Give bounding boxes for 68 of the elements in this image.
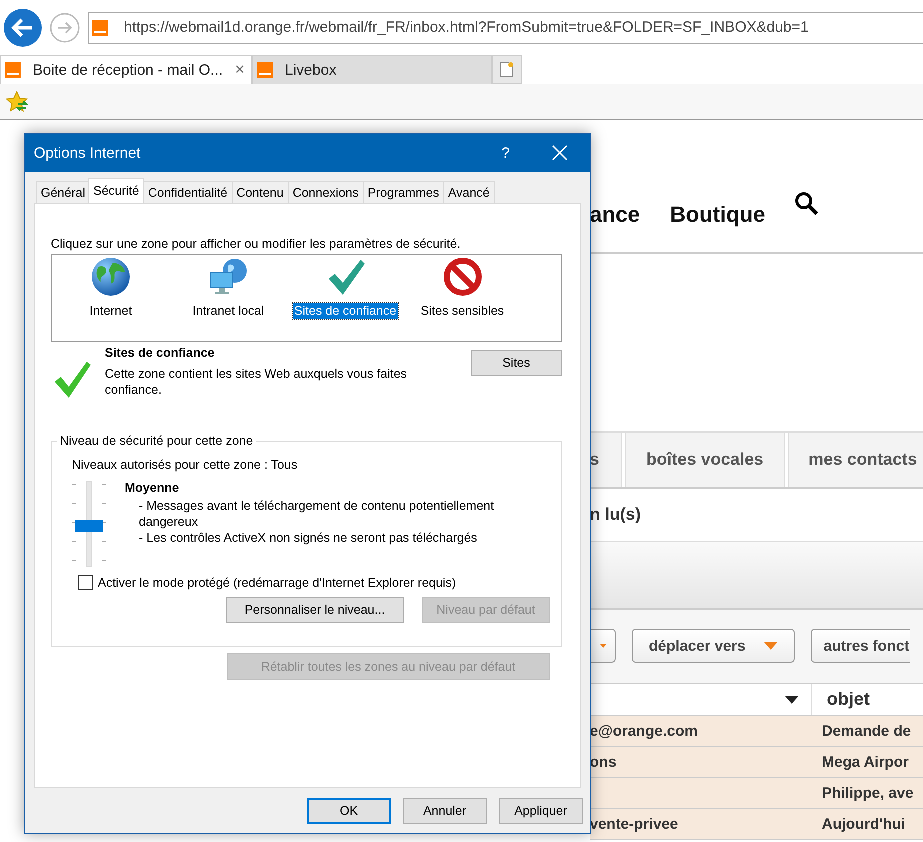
help-button[interactable]: ? xyxy=(502,144,510,162)
instruction-text: Cliquez sur une zone pour afficher ou modifier les paramètres de sécurité. xyxy=(51,237,462,251)
zone-title: Sites de confiance xyxy=(105,346,216,360)
favorites-star-icon[interactable] xyxy=(6,90,30,112)
nav-link[interactable]: ance xyxy=(590,202,640,228)
page-tab[interactable]: mes contacts xyxy=(788,433,923,487)
new-tab-icon xyxy=(500,62,514,78)
protected-mode-checkbox[interactable] xyxy=(78,575,93,590)
security-level-slider[interactable] xyxy=(72,481,106,567)
allowed-levels-text: Niveaux autorisés pour cette zone : Tous xyxy=(72,458,299,472)
apply-button[interactable]: Appliquer xyxy=(499,798,583,824)
toolbar-button[interactable] xyxy=(590,629,616,663)
browser-tab[interactable]: Livebox xyxy=(252,55,492,84)
level-description: - Messages avant le téléchargement de contenu potentiellement dangereux xyxy=(138,498,496,530)
dialog-tab[interactable]: Contenu xyxy=(232,181,288,203)
sender-cell: e@orange.com xyxy=(590,722,698,740)
prohibited-icon[interactable] xyxy=(442,257,482,297)
dialog-tab[interactable]: Sécurité xyxy=(88,178,144,203)
dialog-tab[interactable]: Général xyxy=(36,181,90,203)
page-tab[interactable]: s xyxy=(590,433,622,487)
ok-button[interactable]: OK xyxy=(307,798,391,824)
new-tab-button[interactable] xyxy=(492,55,522,84)
browser-tab[interactable]: Boite de réception - mail O... × xyxy=(0,55,252,84)
slider-thumb[interactable] xyxy=(75,520,103,532)
nav-link[interactable]: Boutique xyxy=(670,202,766,228)
dialog-tab[interactable]: Avancé xyxy=(443,181,495,203)
checkbox-label: Activer le mode protégé (redémarrage d'Internet Explorer requis) xyxy=(98,576,456,590)
page-tab[interactable]: boîtes vocales xyxy=(625,433,785,487)
checkmark-icon xyxy=(53,360,93,400)
level-description: - Les contrôles ActiveX non signés ne seront pas téléchargés xyxy=(138,530,478,546)
intranet-icon[interactable] xyxy=(208,257,248,297)
sender-cell: ons xyxy=(590,754,617,770)
site-favicon-icon xyxy=(257,62,273,78)
subject-cell: Aujourd'hui xyxy=(822,816,906,832)
globe-icon[interactable] xyxy=(91,257,131,297)
close-tab-button[interactable]: × xyxy=(235,60,245,80)
sites-button[interactable]: Sites xyxy=(471,350,562,376)
toolbar-button[interactable]: autres fonct xyxy=(810,629,910,663)
address-bar[interactable]: https://webmail1d.orange.fr/webmail/fr_FR/inbox.html?FromSubmit=true&FOLDER=SF_INBOX&dub=1 xyxy=(88,12,923,44)
tab-title: Livebox xyxy=(285,62,338,78)
tab-title: Boite de réception - mail O... xyxy=(32,62,224,78)
zone-item[interactable]: Intranet local xyxy=(192,303,266,319)
zone-description: Cette zone contient les sites Web auxquels vous faites confiance. xyxy=(105,366,408,398)
zone-item[interactable]: Sites sensibles xyxy=(420,303,506,319)
url-text: https://webmail1d.orange.fr/webmail/fr_FR/inbox.html?FromSubmit=true&FOLDER=SF_INBOX&dub=1 xyxy=(124,19,809,36)
sort-arrow-icon xyxy=(785,696,799,704)
custom-level-button[interactable]: Personnaliser le niveau... xyxy=(226,597,404,623)
subject-cell: Philippe, ave xyxy=(822,784,914,802)
subject-cell: Mega Airpor xyxy=(822,754,909,770)
close-icon[interactable] xyxy=(552,145,568,161)
cancel-button[interactable]: Annuler xyxy=(403,798,487,824)
dropdown-arrow-icon xyxy=(764,642,778,650)
back-button[interactable] xyxy=(4,8,42,46)
subject-cell: Demande de xyxy=(822,722,912,740)
zone-item[interactable]: Sites de confiance xyxy=(293,303,398,319)
window-title: Options Internet xyxy=(34,144,142,162)
level-name: Moyenne xyxy=(125,481,180,495)
dropdown-arrow-icon xyxy=(600,642,607,650)
site-favicon-icon xyxy=(92,20,108,36)
dialog-tab[interactable]: Programmes xyxy=(362,181,444,203)
column-header[interactable]: objet xyxy=(812,684,923,715)
toolbar-button[interactable]: déplacer vers xyxy=(632,629,795,663)
sender-cell: vente-privee xyxy=(590,816,678,832)
dialog-tab[interactable]: Connexions xyxy=(288,181,363,203)
site-favicon-icon xyxy=(5,62,21,78)
group-label: Niveau de sécurité pour cette zone xyxy=(57,434,256,448)
zone-item[interactable]: Internet xyxy=(88,303,134,319)
search-icon[interactable] xyxy=(795,192,820,216)
